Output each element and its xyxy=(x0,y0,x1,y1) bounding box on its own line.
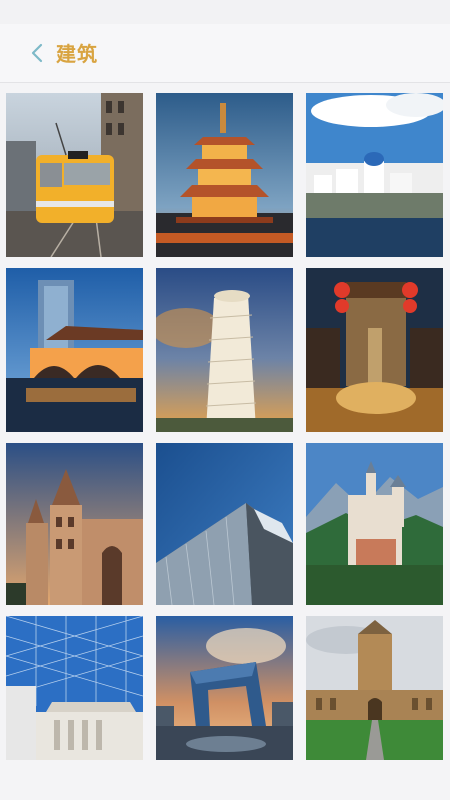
gallery-image-mountain-castle[interactable] xyxy=(306,443,443,605)
chevron-left-icon xyxy=(31,43,43,63)
bottom-area xyxy=(0,770,450,800)
gallery-image-seaside-town[interactable] xyxy=(306,93,443,257)
gallery-image-tower-bridge[interactable] xyxy=(6,268,143,432)
gallery-image-gothic-college[interactable] xyxy=(306,616,443,760)
gallery-image-stone-bastion[interactable] xyxy=(6,443,143,605)
gallery-image-tram[interactable] xyxy=(6,93,143,257)
header-bar: 建筑 xyxy=(0,24,450,83)
back-button[interactable] xyxy=(22,36,52,70)
gallery-image-glass-roof-atrium[interactable] xyxy=(6,616,143,760)
page-title: 建筑 xyxy=(56,42,98,66)
status-bar xyxy=(0,0,450,24)
gallery-image-glass-building[interactable] xyxy=(156,443,293,605)
gallery-image-fountain-gate[interactable] xyxy=(306,268,443,432)
gallery-image-pagoda[interactable] xyxy=(156,93,293,257)
gallery-image-leaning-tower[interactable] xyxy=(156,268,293,432)
gallery-image-loop-tower[interactable] xyxy=(156,616,293,760)
